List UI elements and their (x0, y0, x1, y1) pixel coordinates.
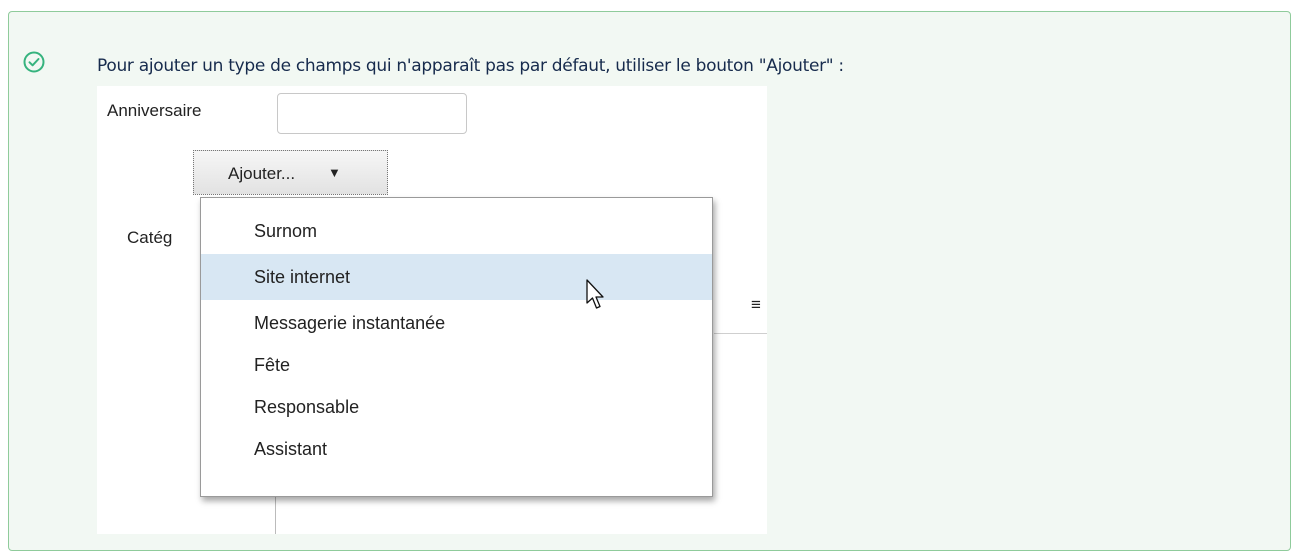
justify-icon: ≡ (751, 295, 761, 314)
menu-item-site-internet[interactable]: Site internet (201, 254, 712, 300)
dropdown-arrow-icon: ▼ (328, 165, 341, 180)
menu-item-surnom[interactable]: Surnom (201, 208, 712, 254)
add-button[interactable]: Ajouter... ▼ (193, 150, 388, 195)
category-label: Catég (127, 228, 173, 247)
add-button-label: Ajouter... (228, 164, 296, 183)
anniversary-input[interactable] (277, 93, 467, 134)
anniversary-label: Anniversaire (107, 101, 202, 120)
embedded-screenshot: Anniversaire Ajouter... ▼ Catég ≡ Surnom… (97, 86, 767, 534)
menu-item-assistant[interactable]: Assistant (201, 426, 712, 472)
add-field-menu: Surnom Site internet Messagerie instanta… (200, 197, 713, 497)
check-circle-icon (23, 51, 45, 73)
mouse-pointer-icon (586, 279, 604, 309)
menu-item-messagerie-instantanee[interactable]: Messagerie instantanée (201, 300, 712, 346)
note-text: Pour ajouter un type de champs qui n'app… (97, 56, 844, 76)
divider (714, 333, 767, 334)
menu-item-responsable[interactable]: Responsable (201, 384, 712, 430)
menu-item-fete[interactable]: Fête (201, 342, 712, 388)
info-panel: Pour ajouter un type de champs qui n'app… (8, 11, 1291, 551)
